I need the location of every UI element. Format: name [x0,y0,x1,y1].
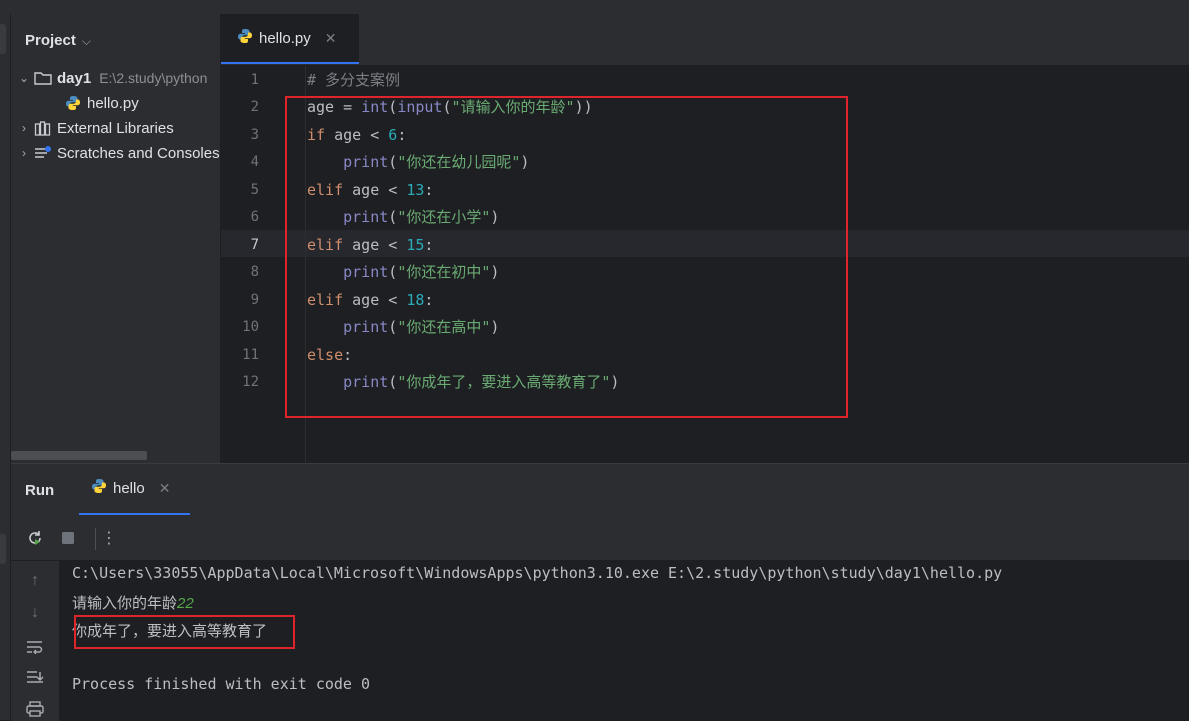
library-icon [33,120,53,136]
toolbar-separator [95,528,96,550]
python-icon [237,28,253,49]
chevron-right-icon[interactable]: › [15,121,33,135]
code-editor[interactable]: 1 2 3 4 5 6 7 8 9 10 11 12 # 多分支案例 age =… [221,66,1189,462]
tree-item-scratches[interactable]: › Scratches and Consoles [15,142,220,164]
print-icon[interactable] [23,697,47,721]
python-icon [63,95,83,111]
chevron-down-icon[interactable]: ⌵ [82,34,91,48]
tree-item-day1[interactable]: ⌄ day1 E:\2.study\python [15,67,207,89]
window-top-strip [0,0,1189,15]
code-highlight-box [285,96,848,418]
project-header[interactable]: Project ⌵ [25,32,91,49]
tool-window-toggle[interactable] [0,534,6,564]
line-number: 1 [250,72,259,88]
run-tab-label: hello [113,480,145,497]
arrow-down-icon[interactable]: ↓ [23,601,47,625]
tree-item-label: External Libraries [57,119,174,137]
line-number: 7 [250,237,259,253]
scroll-to-end-icon[interactable] [23,666,47,690]
chevron-right-icon[interactable]: › [15,146,33,160]
console-input-line: 请输入你的年龄22 [72,592,194,613]
console-command-line: C:\Users\33055\AppData\Local\Microsoft\W… [72,564,1003,582]
more-vertical-icon[interactable]: ⋮ [97,526,121,550]
console-exit-line: Process finished with exit code 0 [72,675,371,693]
tree-item-label: Scratches and Consoles [57,144,220,162]
rerun-icon[interactable] [23,526,47,550]
run-toolbar: ⋮ [11,516,1189,561]
line-number: 4 [250,154,259,170]
line-number: 9 [250,292,259,308]
project-panel: Project ⌵ ⌄ day1 E:\2.study\python hello.… [11,14,220,464]
close-icon[interactable]: ✕ [159,480,171,497]
tool-window-toggle[interactable] [0,24,6,54]
close-icon[interactable]: ✕ [325,30,337,47]
output-highlight-box [74,615,295,649]
line-number: 5 [250,182,259,198]
tree-item-label: hello.py [87,94,139,112]
tab-label: hello.py [259,29,311,47]
run-header: Run hello ✕ [11,464,1189,516]
arrow-up-icon[interactable]: ↑ [23,569,47,593]
soft-wrap-icon[interactable] [23,635,47,659]
python-icon [91,478,107,499]
project-title: Project [25,32,76,49]
line-number: 10 [242,319,259,335]
line-number: 3 [250,127,259,143]
folder-icon [33,70,53,86]
chevron-down-icon[interactable]: ⌄ [15,71,33,85]
console-input-value: 22 [177,595,194,612]
tree-item-label: day1 [57,69,92,87]
left-tool-strip [0,14,11,720]
line-number: 6 [250,209,259,225]
tree-item-hello-py[interactable]: hello.py [63,92,139,114]
run-title: Run [25,482,55,499]
console-side-toolbar: ↑ ↓ [11,561,59,721]
editor-tab-bar: hello.py ✕ [221,14,1189,66]
horizontal-scrollbar[interactable] [11,451,147,460]
line-number: 8 [250,264,259,280]
console-prompt: 请输入你的年龄 [72,595,178,612]
line-number: 11 [242,347,259,363]
run-panel: Run hello ✕ ⋮ ↑ ↓ C:\Users\33055\AppData… [11,463,1189,721]
line-number: 2 [250,99,259,115]
tree-item-path: E:\2.study\python [99,70,208,86]
tree-item-external-libraries[interactable]: › External Libraries [15,117,174,139]
scratches-icon [33,145,53,161]
line-number: 12 [242,374,259,390]
code-line: # 多分支案例 [307,71,401,89]
run-tab-hello[interactable]: hello ✕ [79,464,190,515]
stop-icon[interactable] [56,526,80,550]
tab-hello-py[interactable]: hello.py ✕ [221,14,359,64]
